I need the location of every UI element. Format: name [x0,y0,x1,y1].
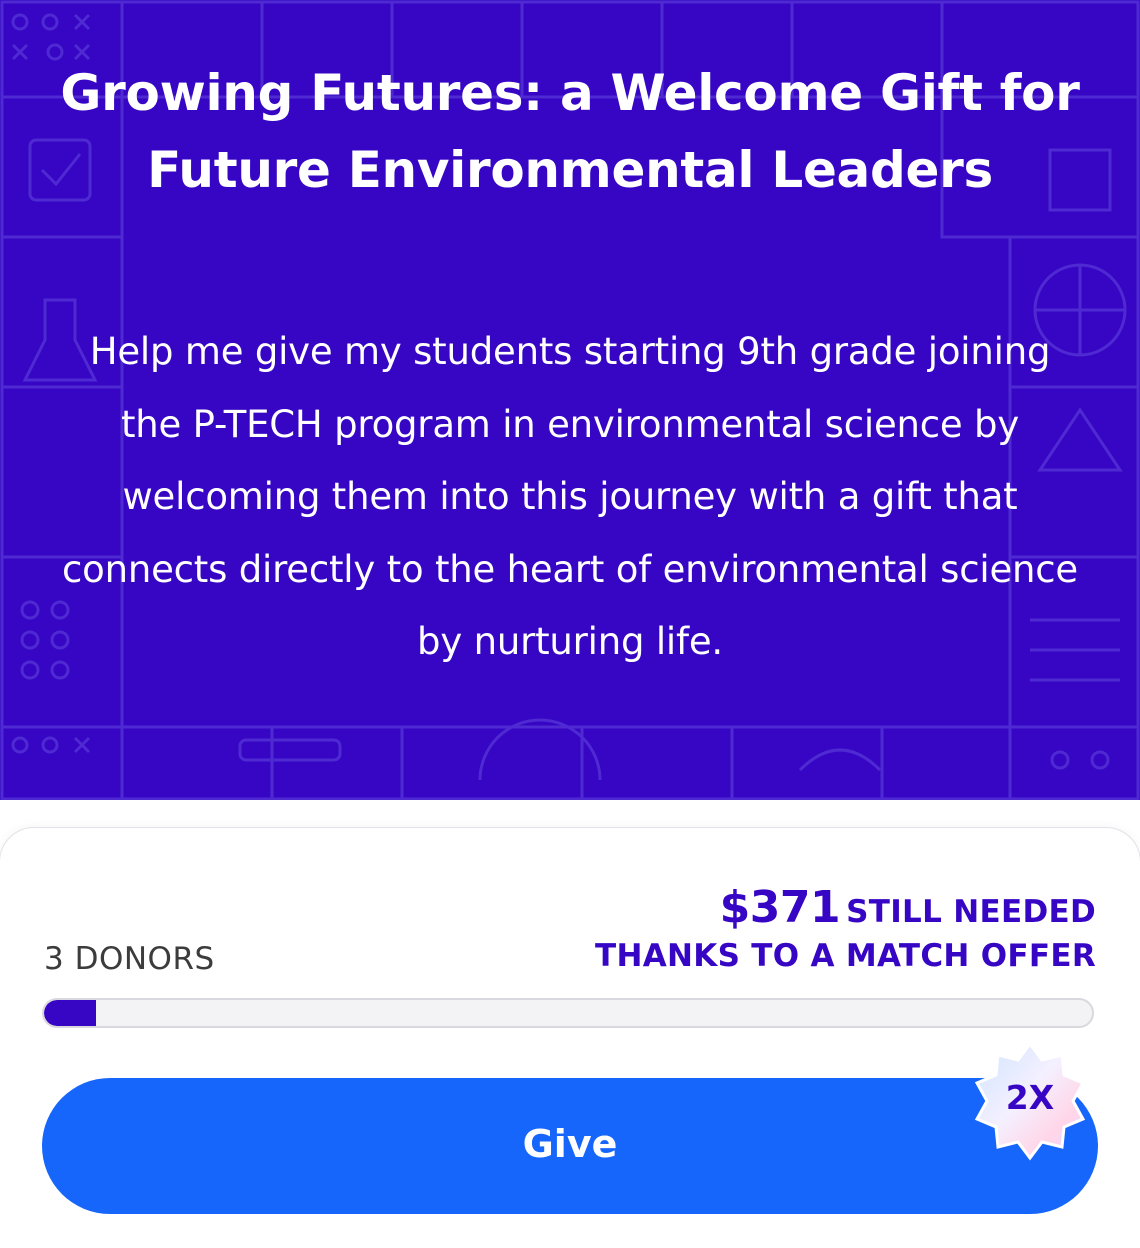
match-2x-badge: 2X [967,1038,1093,1164]
still-needed-label: STILL NEEDED [846,894,1096,930]
give-button[interactable]: Give [42,1078,1098,1214]
amount-needed-value: $371 [719,882,841,933]
project-hero: Growing Futures: a Welcome Gift for Futu… [0,0,1140,800]
give-button-label: Give [522,1122,618,1166]
funding-progress-fill [44,1000,97,1026]
badge-label: 2X [1005,1078,1055,1117]
project-description: Help me give my students starting 9th gr… [61,330,1078,663]
match-offer-note: THANKS TO A MATCH OFFER [595,938,1096,974]
funding-progress-bar [42,998,1094,1028]
donor-count: 3 DONORS [44,941,215,977]
project-title: Growing Futures: a Welcome Gift for Futu… [60,64,1080,199]
amount-needed: $371 STILL NEEDED [720,882,1096,933]
